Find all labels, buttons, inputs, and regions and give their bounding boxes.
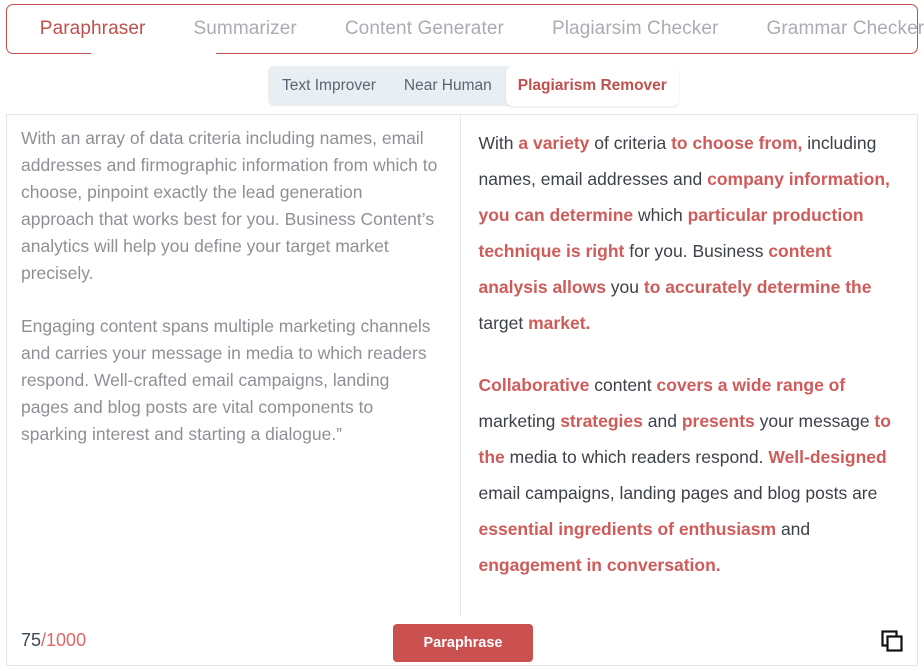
tab-content-generater[interactable]: Content Generater (321, 5, 528, 53)
plain-phrase: content (589, 375, 657, 395)
character-limit: /1000 (41, 630, 87, 650)
highlighted-phrase: covers a wide range of (656, 375, 846, 395)
copy-button[interactable] (879, 628, 905, 654)
highlighted-phrase: Collaborative (478, 375, 590, 395)
editor-footer: 75/1000 Paraphrase (6, 616, 918, 666)
highlighted-phrase: presents (681, 411, 755, 431)
main-tabbar-frame: Paraphraser Summarizer Content Generater… (6, 4, 924, 54)
character-count: 75 (21, 630, 42, 650)
character-counter: 75/1000 (21, 630, 86, 651)
highlighted-phrase: strategies (560, 411, 643, 431)
tab-summarizer[interactable]: Summarizer (169, 5, 320, 53)
source-text-panel[interactable]: With an array of data criteria including… (7, 115, 461, 616)
plain-phrase: marketing (478, 411, 561, 431)
result-paragraph: Collaborative content covers a wide rang… (479, 367, 900, 583)
subtab-group: Text Improver Near Human Plagiarism Remo… (268, 66, 679, 106)
copy-icon (881, 630, 903, 652)
plain-phrase: media to which readers respond. (504, 447, 769, 467)
paraphrase-button[interactable]: Paraphrase (393, 624, 533, 662)
active-tab-indicator (91, 48, 216, 56)
subtab-plagiarism-remover[interactable]: Plagiarism Remover (505, 66, 679, 106)
highlighted-phrase: to accurately determine the (643, 277, 872, 297)
plain-phrase: and (642, 411, 682, 431)
plain-phrase: for you. Business (624, 241, 769, 261)
tab-grammar-checker[interactable]: Grammar Checker (742, 5, 924, 53)
result-text-panel[interactable]: With a variety of criteria to choose fro… (461, 115, 918, 616)
plain-phrase: target (478, 313, 529, 333)
source-paragraph: With an array of data criteria including… (21, 128, 438, 283)
subtab-near-human[interactable]: Near Human (390, 66, 506, 106)
main-tab-list: Paraphraser Summarizer Content Generater… (16, 5, 924, 53)
highlighted-phrase: Well-designed (768, 447, 887, 467)
main-tabbar: Paraphraser Summarizer Content Generater… (6, 4, 924, 56)
plain-phrase: email campaigns, landing pages and blog … (478, 483, 878, 503)
plain-phrase: With (478, 133, 519, 153)
tab-paraphraser[interactable]: Paraphraser (16, 5, 170, 53)
highlighted-phrase: to choose from, (671, 133, 803, 153)
highlighted-phrase: market. (528, 313, 591, 333)
highlighted-phrase: essential ingredients of enthusiasm (478, 519, 777, 539)
tab-plagiarsim-checker[interactable]: Plagiarsim Checker (528, 5, 743, 53)
plain-phrase: your message (754, 411, 875, 431)
plain-phrase: and (776, 519, 811, 539)
plain-phrase: of criteria (589, 133, 672, 153)
source-paragraph: Engaging content spans multiple marketin… (21, 316, 431, 444)
highlighted-phrase: a variety (518, 133, 590, 153)
highlighted-phrase: engagement in conversation. (478, 555, 721, 575)
plain-phrase: which (633, 205, 688, 225)
plain-phrase: you (605, 277, 644, 297)
editor-content-area: With an array of data criteria including… (6, 114, 918, 616)
result-paragraph: With a variety of criteria to choose fro… (479, 125, 900, 341)
subtab-text-improver[interactable]: Text Improver (268, 66, 390, 106)
